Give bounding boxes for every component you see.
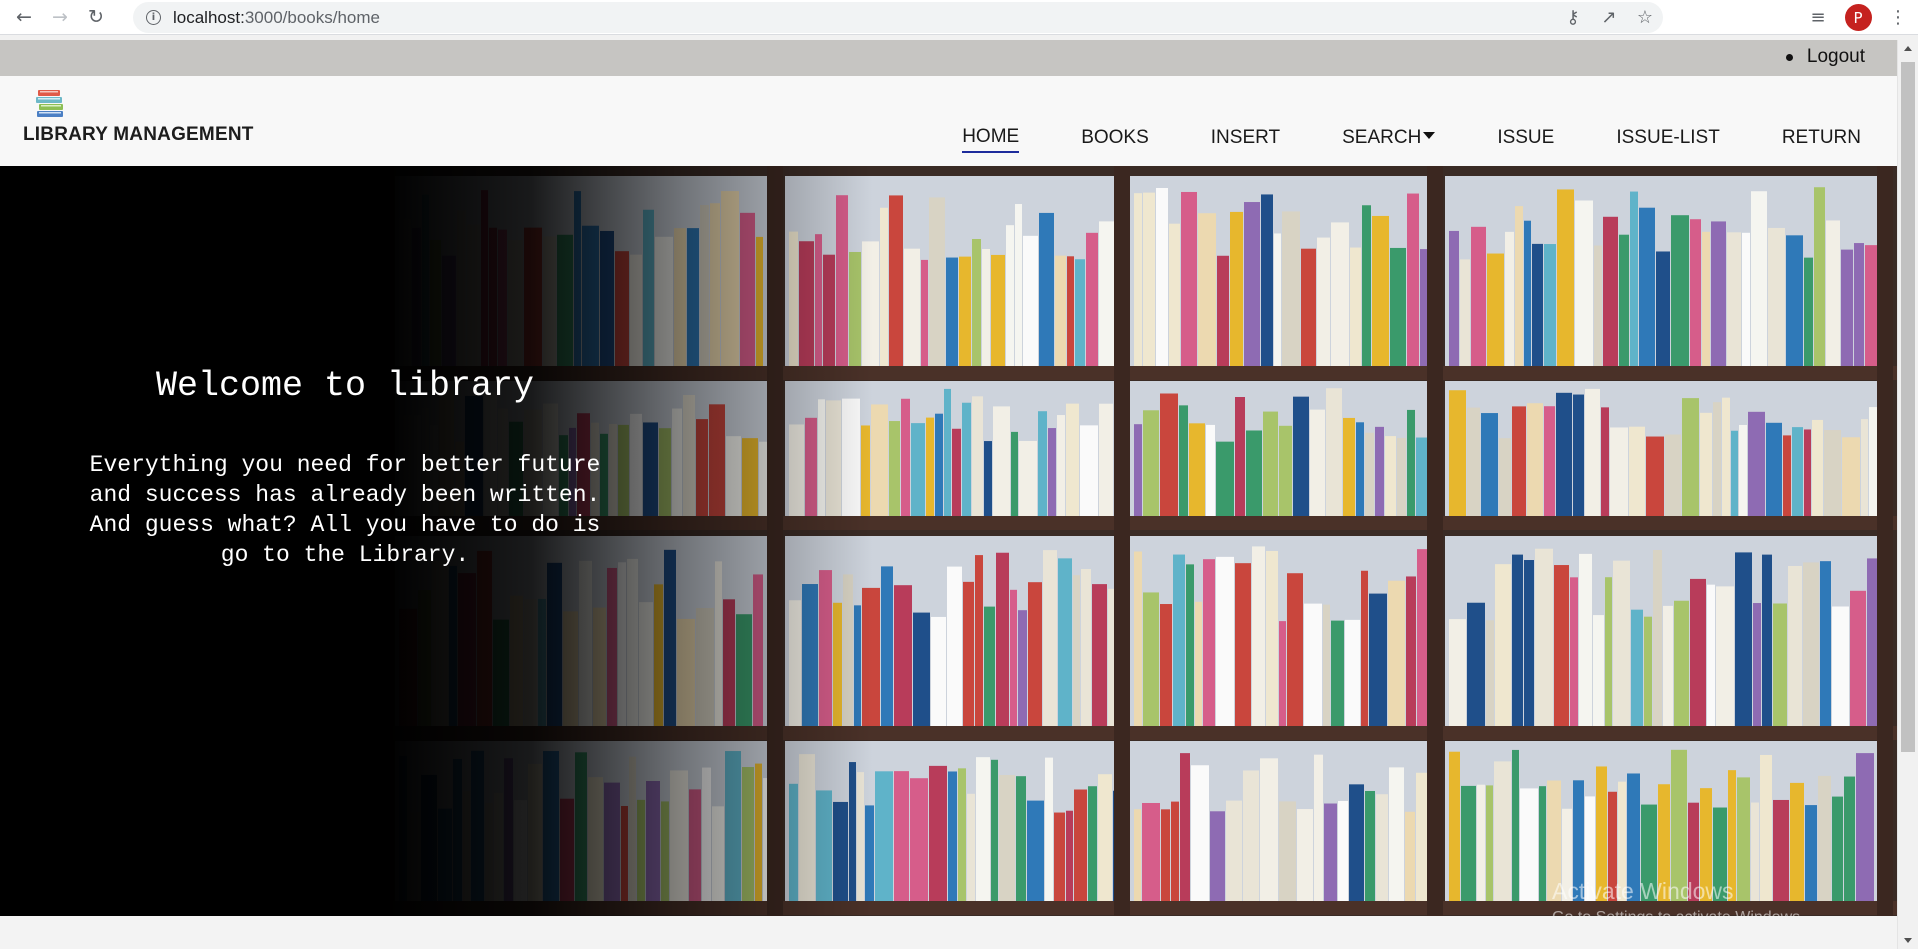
nav-home[interactable]: HOME [962, 126, 1020, 153]
browser-right-icons: ≡ P ⋮ [1798, 0, 1918, 35]
logout-label: Logout [1806, 46, 1865, 67]
site-header: LIBRARY MANAGEMENT HOME BOOKS INSERT SEA… [0, 76, 1897, 166]
page-scrollbar[interactable] [1897, 40, 1918, 949]
kebab-menu-icon[interactable]: ⋮ [1878, 0, 1918, 35]
avatar: P [1844, 4, 1872, 31]
url-host: localhost: [173, 7, 245, 27]
nav-search[interactable]: SEARCH [1342, 127, 1436, 152]
watermark-title: Activate Windows [1552, 878, 1734, 904]
share-icon[interactable]: ↗ [1591, 2, 1627, 33]
scroll-down-icon[interactable] [1904, 938, 1912, 943]
nav-books[interactable]: BOOKS [1081, 127, 1149, 152]
books-logo-icon[interactable] [34, 88, 68, 118]
main-nav: HOME BOOKS INSERT SEARCH ISSUE ISSUE-LIS… [900, 126, 1861, 153]
url-path: 3000/books/home [244, 7, 380, 27]
url-text[interactable]: localhost:3000/books/home [173, 8, 380, 28]
hero-banner: Welcome to library Everything you need f… [0, 166, 1897, 916]
nav-issue[interactable]: ISSUE [1497, 127, 1554, 152]
hero-title: Welcome to library [155, 366, 535, 406]
nav-issue-list[interactable]: ISSUE-LIST [1616, 127, 1719, 152]
page-bottom [0, 916, 1897, 949]
hero-line: And guess what? All you have to do is [89, 512, 601, 538]
info-icon[interactable]: i [146, 10, 161, 25]
scroll-up-icon[interactable] [1904, 46, 1912, 51]
key-icon[interactable]: ⚷ [1555, 2, 1591, 33]
hero-line: go to the Library. [220, 542, 470, 568]
back-arrow-icon[interactable]: ← [10, 3, 38, 31]
hero-line: and success has already been written. [89, 482, 601, 508]
profile-button[interactable]: P [1838, 0, 1878, 35]
reading-list-icon[interactable]: ≡ [1798, 0, 1838, 35]
browser-toolbar: ← → ↻ i localhost:3000/books/home ⚷ ↗ ☆ … [0, 0, 1918, 35]
brand-title[interactable]: LIBRARY MANAGEMENT [23, 124, 254, 146]
address-bar[interactable]: i localhost:3000/books/home ⚷ ↗ ☆ [133, 2, 1663, 33]
top-strip: Logout [0, 40, 1897, 76]
reload-icon[interactable]: ↻ [82, 3, 110, 31]
hero-line: Everything you need for better future [89, 452, 601, 478]
hero-subtitle: Everything you need for better future an… [55, 450, 635, 570]
bullet-icon [1785, 53, 1793, 61]
omnibox-actions: ⚷ ↗ ☆ [1555, 2, 1663, 33]
nav-return[interactable]: RETURN [1782, 127, 1861, 152]
forward-arrow-icon[interactable]: → [46, 3, 74, 31]
nav-search-label: SEARCH [1342, 127, 1422, 148]
logout-link[interactable]: Logout [1785, 46, 1865, 68]
caret-down-icon [1423, 132, 1436, 139]
star-icon[interactable]: ☆ [1627, 2, 1663, 33]
hero-text: Welcome to library Everything you need f… [55, 366, 635, 570]
nav-insert[interactable]: INSERT [1211, 127, 1280, 152]
scroll-thumb[interactable] [1901, 62, 1915, 752]
